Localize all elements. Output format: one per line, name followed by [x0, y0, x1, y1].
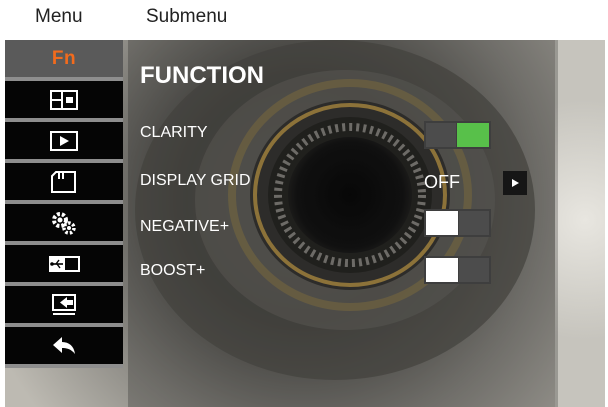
display-grid-value: OFF	[424, 172, 460, 192]
negative-plus-label: NEGATIVE+	[140, 218, 230, 235]
fn-label: Fn	[51, 47, 77, 69]
clarity-label: CLARITY	[140, 124, 208, 141]
header: Menu Submenu	[0, 0, 608, 40]
menu-item-usb[interactable]	[5, 245, 123, 286]
layout-icon	[50, 89, 78, 110]
play-arrow-icon	[512, 179, 519, 187]
submenu-column-label: Submenu	[146, 6, 228, 27]
boost-plus-label: BOOST+	[140, 262, 206, 279]
display-grid-next-button[interactable]	[503, 171, 527, 195]
toggle-knob-off	[426, 258, 458, 282]
menu-item-back[interactable]	[5, 327, 123, 368]
toggle-track	[459, 211, 489, 235]
toggle-track	[426, 123, 456, 147]
export-icon	[52, 293, 76, 315]
menu-item-playback[interactable]	[5, 122, 123, 163]
menu-item-export[interactable]	[5, 286, 123, 327]
clarity-toggle[interactable]	[424, 121, 491, 149]
settings-gears-icon	[52, 211, 76, 235]
menu-item-storage[interactable]	[5, 163, 123, 204]
boost-plus-toggle[interactable]	[424, 256, 491, 284]
usb-icon	[49, 255, 80, 272]
menu-sidebar: Fn	[5, 40, 125, 407]
back-arrow-icon	[53, 336, 75, 354]
toggle-track	[459, 258, 489, 282]
menu-item-settings[interactable]	[5, 204, 123, 245]
device-screen: Fn FUNCTION CLARITY DISPLAY GRID OFF NEG…	[5, 40, 605, 407]
toggle-knob-off	[426, 211, 458, 235]
submenu-title: FUNCTION	[140, 62, 264, 89]
menu-item-layout[interactable]	[5, 81, 123, 122]
display-grid-label: DISPLAY GRID	[140, 172, 251, 189]
toggle-knob-on	[457, 123, 489, 147]
play-icon	[50, 130, 78, 151]
negative-plus-toggle[interactable]	[424, 209, 491, 237]
sd-card-icon	[51, 170, 76, 193]
menu-item-fn[interactable]: Fn	[5, 40, 123, 81]
menu-column-label: Menu	[35, 6, 83, 27]
